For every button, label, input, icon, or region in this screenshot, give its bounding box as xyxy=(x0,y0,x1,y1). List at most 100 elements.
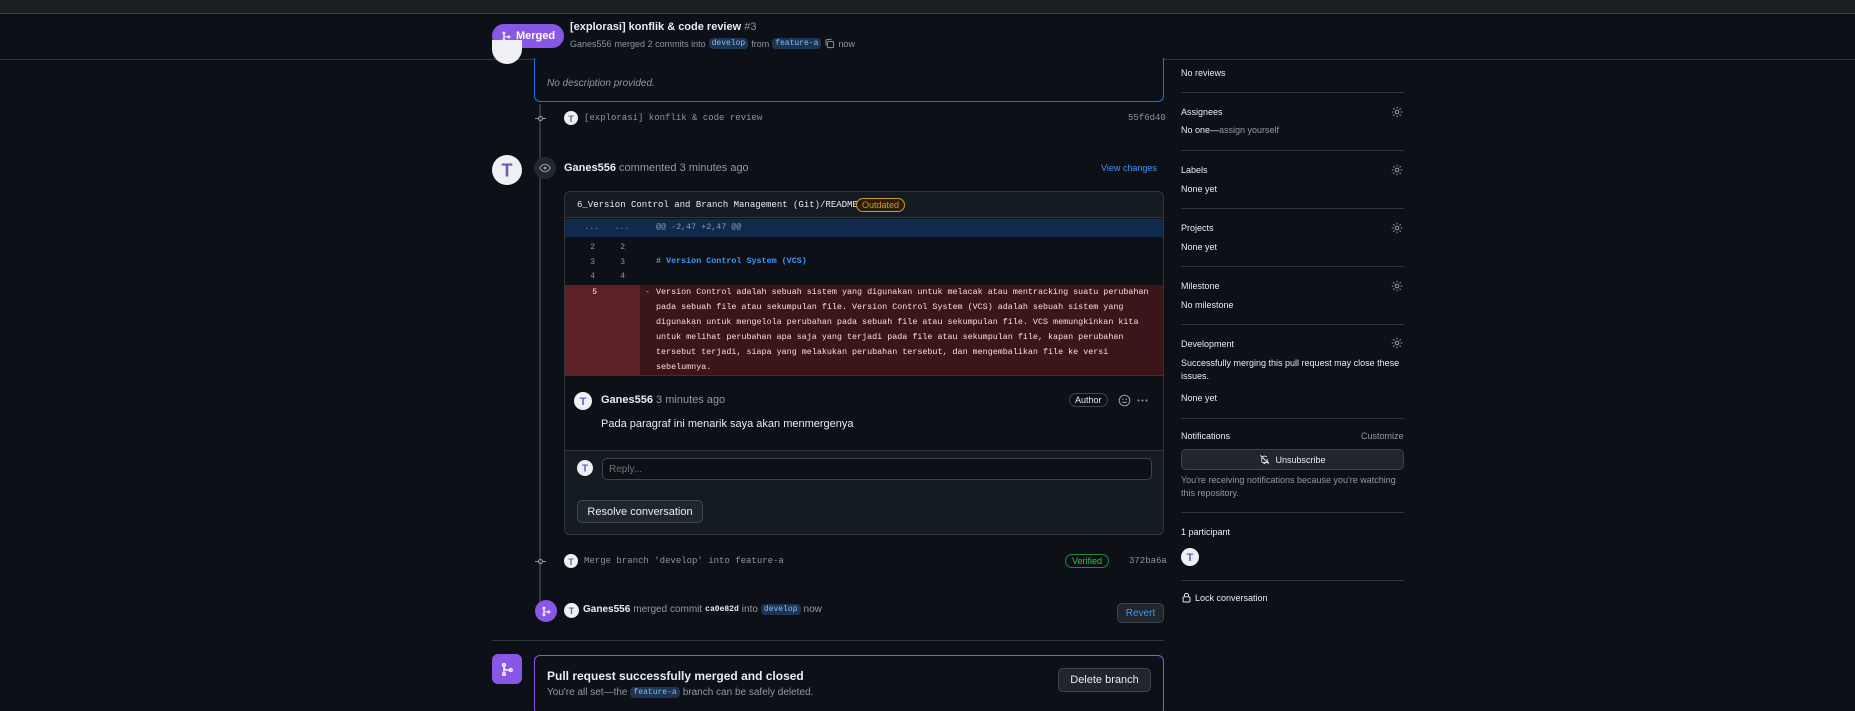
reviewer-avatar[interactable]: T xyxy=(492,155,522,185)
smiley-icon[interactable] xyxy=(1118,394,1131,407)
divider xyxy=(1181,208,1404,209)
labels-label[interactable]: Labels xyxy=(1181,165,1208,175)
pr-author[interactable]: Ganes556 xyxy=(570,39,612,49)
merge-branch[interactable]: develop xyxy=(760,604,801,615)
development-value: None yet xyxy=(1181,393,1218,403)
comment-time[interactable]: 3 minutes ago xyxy=(656,394,725,406)
commit-message[interactable]: [explorasi] konflik & code review xyxy=(584,113,762,123)
participant-avatar[interactable]: T xyxy=(1181,548,1199,566)
pr-title: [explorasi] konflik & code review #3 xyxy=(570,21,756,33)
view-changes-link[interactable]: View changes xyxy=(1101,163,1157,173)
assignees-none: No one— xyxy=(1181,125,1220,135)
assign-yourself-link[interactable]: assign yourself xyxy=(1219,125,1279,135)
hunk-dots-right[interactable]: ... xyxy=(605,223,629,232)
merge-commit-sha[interactable]: ca0e82d xyxy=(705,605,739,614)
lock-label: Lock conversation xyxy=(1195,592,1268,603)
verified-badge[interactable]: Verified xyxy=(1065,554,1110,568)
commit-message[interactable]: Merge branch 'develop' into feature-a xyxy=(584,556,784,566)
deleted-line-text: tersebut terjadi, siapa yang melakukan p… xyxy=(656,347,1109,357)
diff-line-text: # Version Control System (VCS) xyxy=(656,256,807,266)
diff-line: 3 3 # Version Control System (VCS) xyxy=(565,254,1163,269)
comment-avatar[interactable]: T xyxy=(574,392,592,410)
browser-top-strip xyxy=(0,0,1855,14)
pr-description-box: No description provided. xyxy=(534,58,1164,102)
divider xyxy=(1181,324,1404,325)
resolve-conversation-button[interactable]: Resolve conversation xyxy=(577,500,703,523)
review-action: commented 3 minutes ago xyxy=(619,162,749,174)
old-line-number: 2 xyxy=(590,243,595,252)
timeline-line xyxy=(539,104,541,604)
gear-icon[interactable] xyxy=(1391,280,1403,292)
divider xyxy=(492,640,1164,641)
gear-icon[interactable] xyxy=(1391,164,1403,176)
notifications-label: Notifications xyxy=(1181,431,1231,441)
eye-badge xyxy=(534,157,556,179)
deleted-line-text: Version Control adalah sebuah sistem yan… xyxy=(656,287,1149,297)
merged-box-prefix: You're all set—the xyxy=(547,687,628,698)
customize-link[interactable]: Customize xyxy=(1361,431,1404,441)
eye-icon xyxy=(539,163,551,173)
gear-icon[interactable] xyxy=(1391,106,1403,118)
pr-number: #3 xyxy=(744,21,757,33)
merge-time: now xyxy=(803,604,822,615)
deleted-line-text: sebelumnya. xyxy=(656,362,712,372)
reply-input[interactable] xyxy=(602,458,1152,480)
deleted-block: 5 - Version Control adalah sebuah sistem… xyxy=(565,285,1163,375)
unsubscribe-button[interactable]: Unsubscribe xyxy=(1181,449,1404,470)
development-text: Successfully merging this pull request m… xyxy=(1181,358,1400,381)
deleted-line-text: untuk melihat perubahan apa saja yang te… xyxy=(656,332,1124,342)
gear-icon[interactable] xyxy=(1391,222,1403,234)
new-line-number: 2 xyxy=(620,243,625,252)
head-branch[interactable]: feature-a xyxy=(772,38,822,49)
pr-time: now xyxy=(838,38,855,49)
divider xyxy=(1181,418,1404,419)
participants-label: 1 participant xyxy=(1181,527,1231,537)
milestone-label[interactable]: Milestone xyxy=(1181,281,1220,291)
development-label[interactable]: Development xyxy=(1181,339,1234,349)
deleted-line-number: 5 xyxy=(592,288,597,297)
merge-event-text: Ganes556 merged commit ca0e82d into deve… xyxy=(583,604,822,615)
merge-icon xyxy=(501,662,513,676)
divider xyxy=(565,375,1163,376)
author-avatar-top[interactable] xyxy=(492,40,522,64)
copy-icon[interactable] xyxy=(824,38,835,49)
divider xyxy=(1181,512,1404,513)
merged-box-branch[interactable]: feature-a xyxy=(630,687,680,698)
review-header: Ganes556 commented 3 minutes ago xyxy=(564,162,749,174)
pr-subtitle: Ganes556 merged 2 commits into develop f… xyxy=(570,38,855,49)
commit-avatar[interactable]: T xyxy=(564,554,578,568)
divider xyxy=(1181,150,1404,151)
comment-header: Ganes556 3 minutes ago xyxy=(601,394,725,406)
file-path[interactable]: 6_Version Control and Branch Management … xyxy=(577,200,874,210)
commit-icon xyxy=(535,558,546,565)
notifications-text: You're receiving notifications because y… xyxy=(1181,475,1396,498)
bell-slash-icon xyxy=(1260,455,1270,465)
new-line-number: 4 xyxy=(620,272,625,281)
hunk-dots-left[interactable]: ... xyxy=(575,223,599,232)
comment-body: Pada paragraf ini menarik saya akan menm… xyxy=(601,418,854,430)
commit-sha[interactable]: 55f6d40 xyxy=(1128,113,1166,123)
merge-author[interactable]: Ganes556 xyxy=(583,604,630,615)
gear-icon[interactable] xyxy=(1391,337,1403,349)
pr-merged-text: merged 2 commits into xyxy=(614,38,706,49)
comment-author[interactable]: Ganes556 xyxy=(601,394,653,406)
lock-conversation[interactable]: Lock conversation xyxy=(1181,592,1268,603)
projects-label[interactable]: Projects xyxy=(1181,223,1214,233)
divider xyxy=(1181,266,1404,267)
description-text: No description provided. xyxy=(547,78,655,89)
merged-box: Pull request successfully merged and clo… xyxy=(534,655,1164,711)
assignees-label[interactable]: Assignees xyxy=(1181,107,1223,117)
commit-avatar[interactable]: T xyxy=(564,111,578,125)
assignees-value: No one—assign yourself xyxy=(1181,125,1279,135)
review-author[interactable]: Ganes556 xyxy=(564,162,616,174)
merge-avatar[interactable]: T xyxy=(564,603,579,618)
delete-branch-button[interactable]: Delete branch xyxy=(1058,668,1151,692)
labels-value: None yet xyxy=(1181,184,1218,194)
commit-sha[interactable]: 372ba6a xyxy=(1129,556,1167,566)
deleted-line-text: digunakan untuk mengelola perubahan pada… xyxy=(656,317,1139,327)
revert-button[interactable]: Revert xyxy=(1117,603,1164,623)
divider xyxy=(1181,580,1404,581)
kebab-menu-icon[interactable] xyxy=(1136,394,1149,407)
base-branch[interactable]: develop xyxy=(708,38,749,49)
from-text: from xyxy=(751,38,770,49)
